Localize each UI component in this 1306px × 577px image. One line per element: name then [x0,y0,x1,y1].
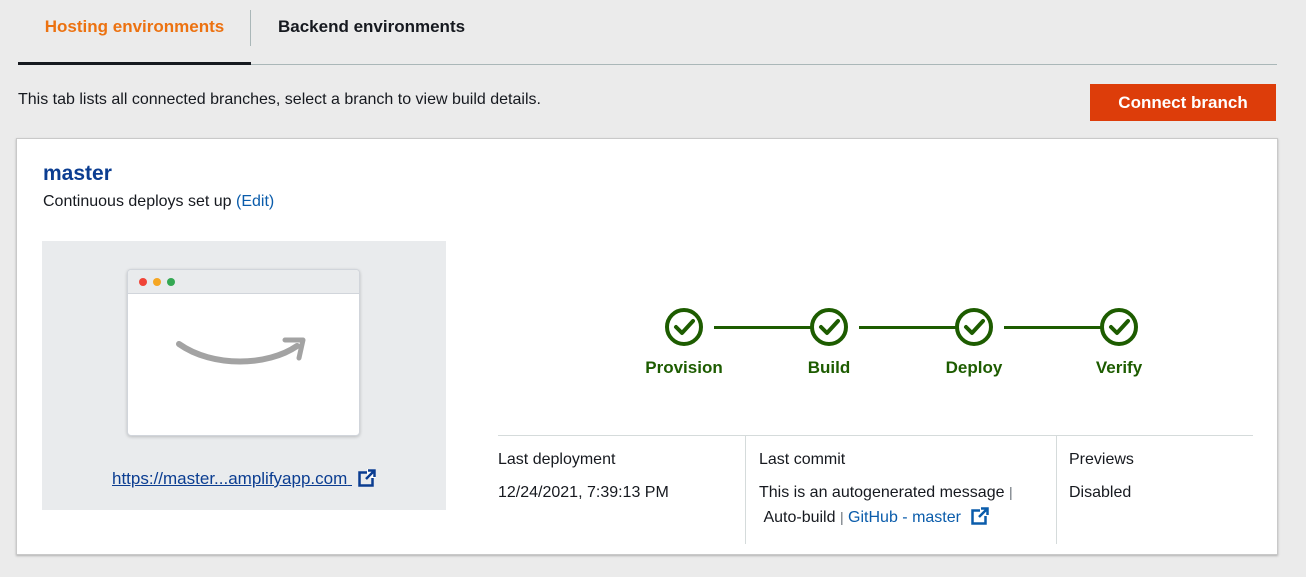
tab-description: This tab lists all connected branches, s… [18,91,541,108]
window-close-dot [139,278,147,286]
window-minimize-dot [153,278,161,286]
step-label: Verify [1095,358,1143,377]
app-url-link[interactable]: https://master...amplifyapp.com [42,469,446,489]
last-deployment-section: Last deployment 12/24/2021, 7:39:13 PM [498,436,745,544]
separator: | [1008,484,1013,500]
connect-branch-button[interactable]: Connect branch [1090,84,1276,121]
pipeline-step-build: Build [769,307,889,378]
check-circle-icon [810,308,848,346]
pipeline-step-deploy: Deploy [914,307,1034,378]
github-branch-link[interactable]: GitHub - master [848,507,990,526]
previews-section: Previews Disabled [1056,436,1253,544]
window-maximize-dot [167,278,175,286]
tab-hosting-environments[interactable]: Hosting environments [18,0,251,65]
last-deployment-value: 12/24/2021, 7:39:13 PM [498,484,669,501]
last-commit-label: Last commit [759,451,846,468]
auto-build-label: Auto-build [763,509,836,526]
github-branch-text: GitHub - master [848,509,961,526]
separator: | [839,509,844,525]
check-circle-icon [665,308,703,346]
step-label: Deploy [945,358,1003,377]
step-label: Build [807,358,851,377]
commit-message: This is an autogenerated message [759,484,1005,501]
app-url-text: https://master...amplifyapp.com [112,469,348,488]
branch-info: Last deployment 12/24/2021, 7:39:13 PM L… [498,435,1253,544]
last-commit-section: Last commit This is an autogenerated mes… [745,436,1056,544]
amazon-smile-icon [176,337,306,365]
browser-thumbnail [127,269,360,436]
check-circle-icon [955,308,993,346]
app-preview: https://master...amplifyapp.com [42,241,446,510]
edit-link[interactable]: (Edit) [236,193,274,210]
tab-backend-environments[interactable]: Backend environments [278,0,465,65]
last-commit-value: This is an autogenerated message | Auto-… [759,480,1056,530]
previews-value: Disabled [1069,484,1132,501]
continuous-deploy-label: Continuous deploys set up [43,193,232,210]
last-deployment-label: Last deployment [498,451,616,468]
branch-name-link[interactable]: master [43,162,112,186]
previews-label: Previews [1069,451,1134,468]
pipeline-step-provision: Provision [624,307,744,378]
branch-card: master Continuous deploys set up (Edit) … [16,138,1278,555]
step-label: Provision [645,358,723,377]
build-pipeline: Provision Build Deploy Verify [627,307,1147,377]
continuous-deploy-text: Continuous deploys set up (Edit) [43,193,274,211]
external-link-icon [358,469,376,487]
browser-titlebar [128,270,359,294]
tab-divider [250,10,251,46]
external-link-icon [971,507,990,525]
pipeline-step-verify: Verify [1059,307,1179,378]
check-circle-icon [1100,308,1138,346]
environment-tabs: Hosting environments Backend environment… [18,0,1277,65]
